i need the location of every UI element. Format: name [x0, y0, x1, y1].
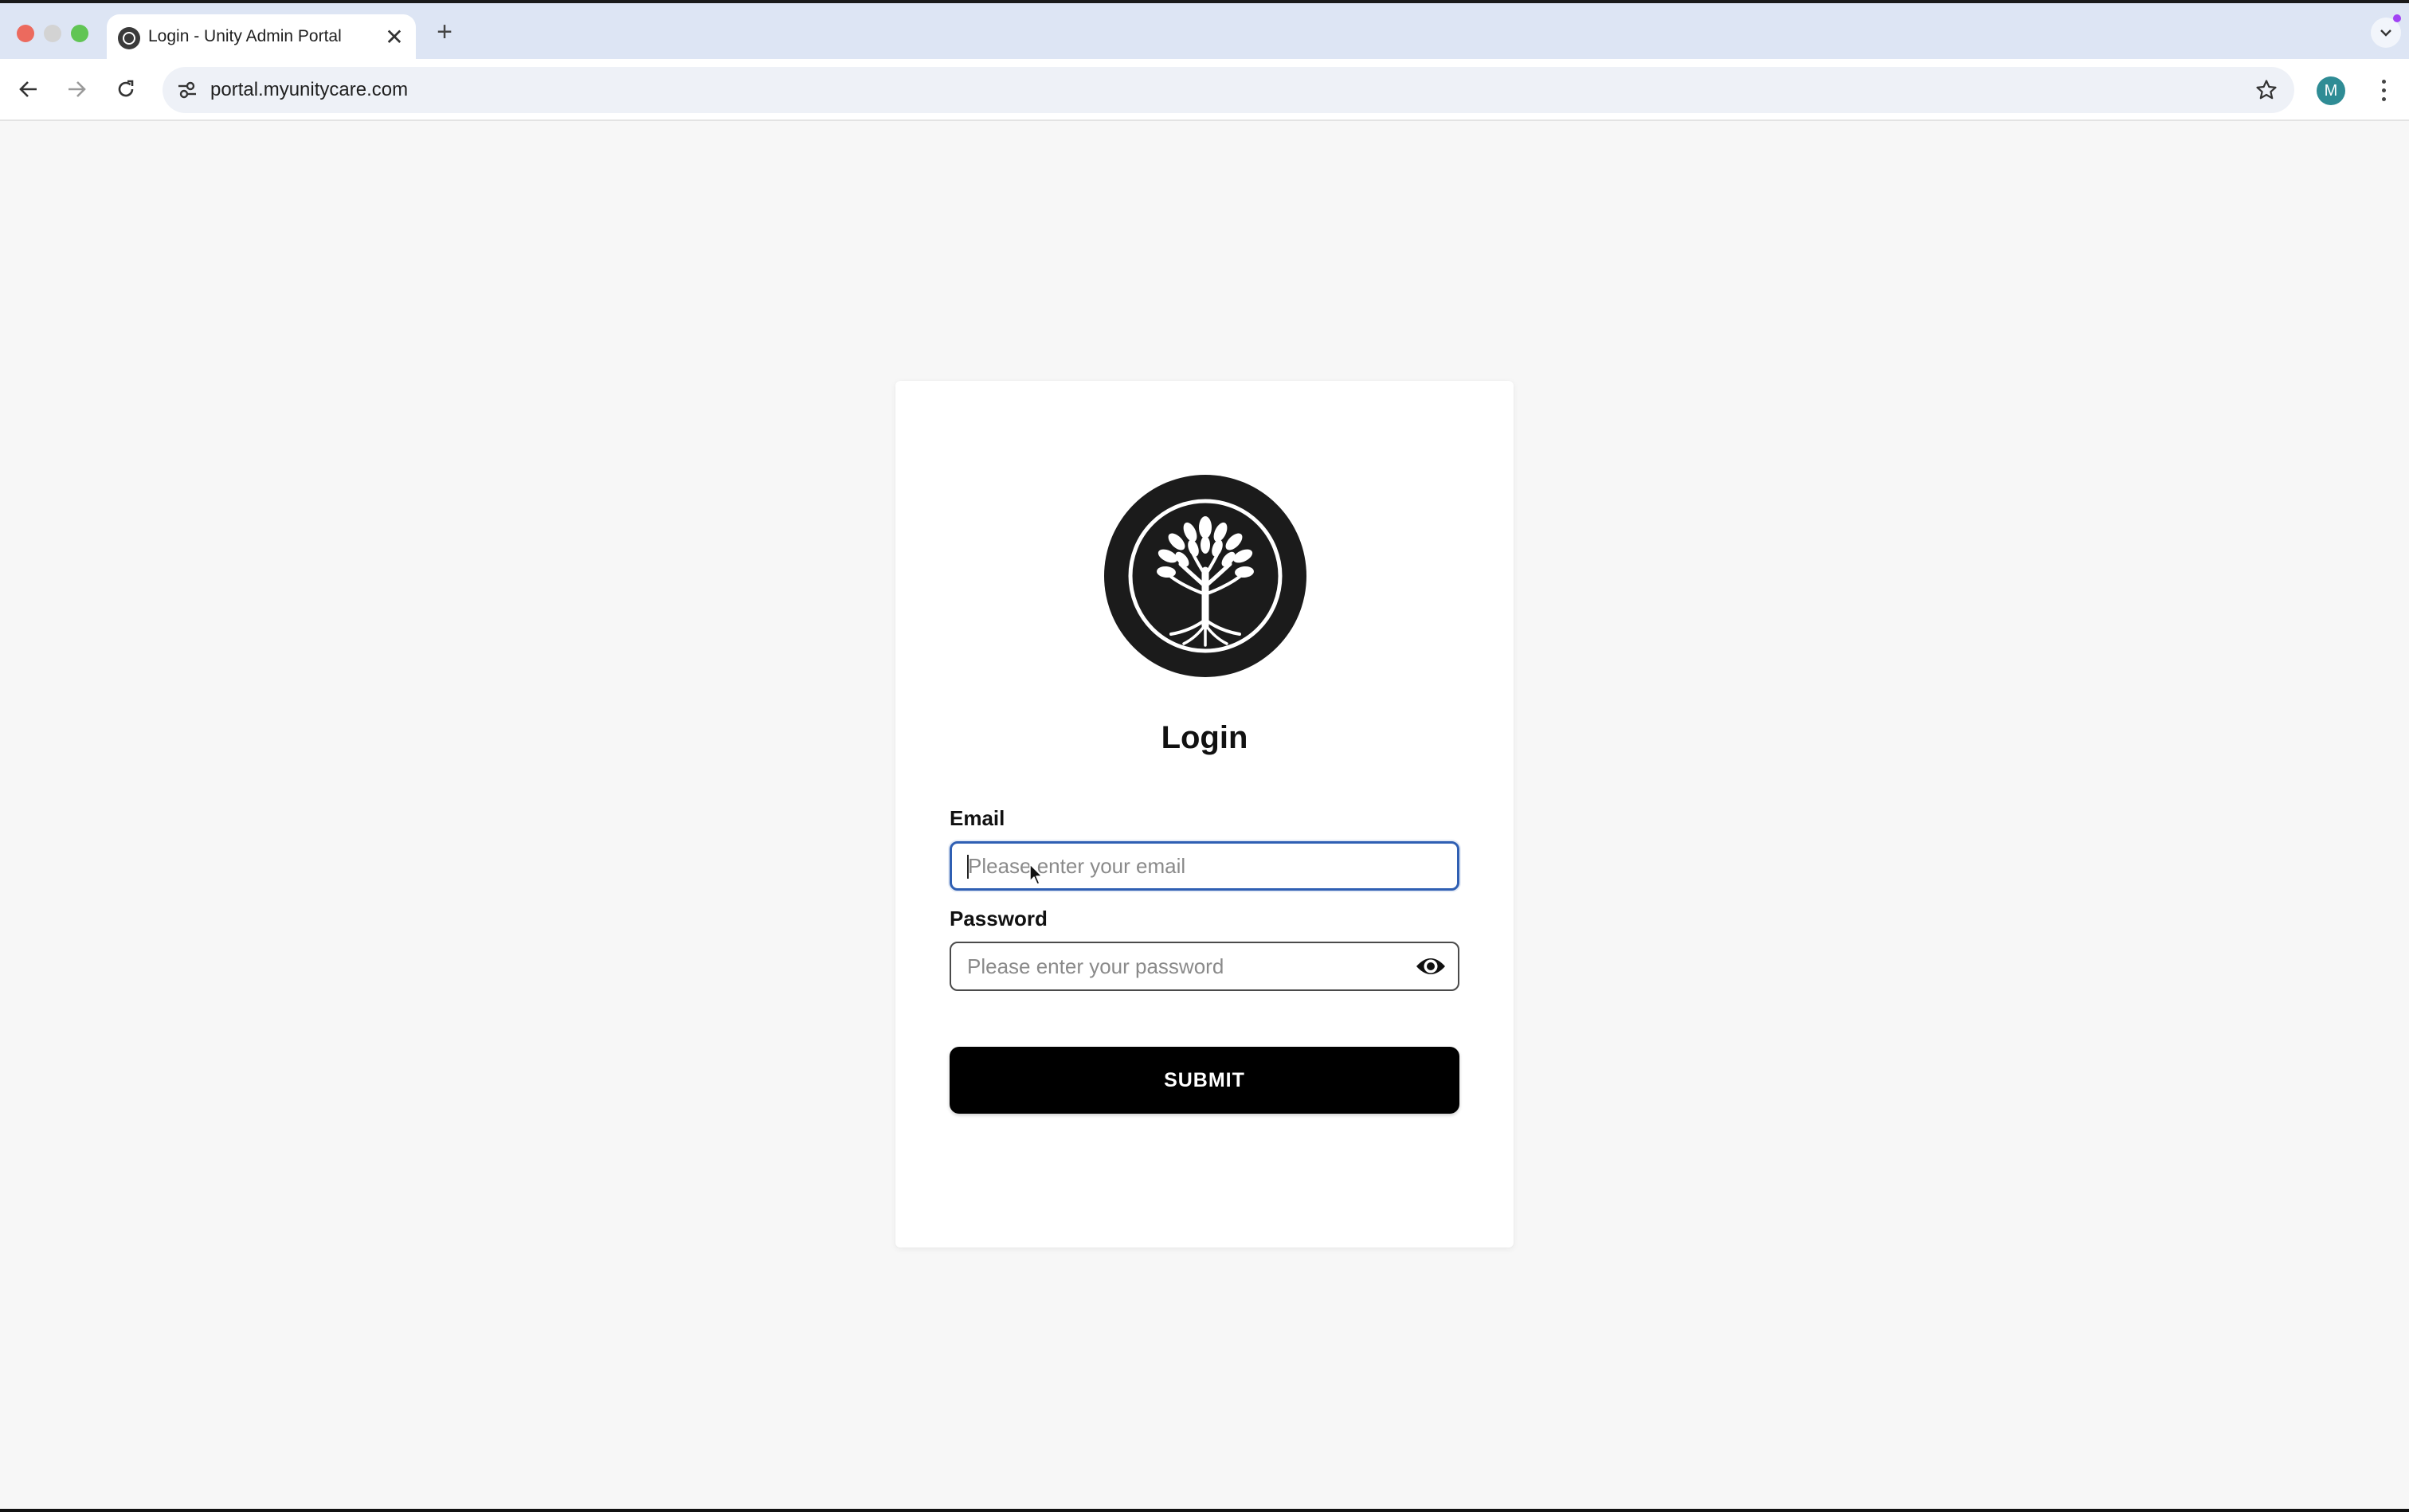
password-field-wrapper[interactable] [950, 942, 1459, 991]
eye-icon[interactable] [1415, 954, 1447, 979]
login-card: Login Email Password SUBMIT [895, 381, 1514, 1248]
browser-toolbar: portal.myunitycare.com M [0, 59, 2409, 121]
tab-search-chevron-down-icon[interactable] [2371, 14, 2401, 48]
tab-title: Login - Unity Admin Portal [148, 27, 342, 45]
close-window-button[interactable] [17, 25, 34, 42]
url-text: portal.myunitycare.com [210, 79, 409, 100]
submit-button[interactable]: SUBMIT [950, 1047, 1459, 1114]
browser-tab-active[interactable]: Login - Unity Admin Portal ✕ [107, 14, 416, 62]
forward-arrow-icon[interactable] [59, 72, 94, 107]
tree-of-life-logo [1104, 475, 1306, 677]
bottom-edge [0, 1509, 2409, 1512]
login-heading: Login [1161, 720, 1248, 755]
browser-window: Login - Unity Admin Portal ✕ + portal.my… [0, 0, 2409, 1509]
more-options-icon[interactable] [2368, 73, 2399, 108]
tab-strip: Login - Unity Admin Portal ✕ + [0, 0, 2409, 62]
maximize-window-button[interactable] [71, 25, 88, 42]
minimize-window-button[interactable] [44, 25, 61, 42]
tab-close-icon[interactable]: ✕ [382, 25, 406, 49]
reload-icon[interactable] [108, 72, 143, 107]
password-input[interactable] [967, 943, 1413, 989]
email-label: Email [950, 806, 1005, 830]
back-arrow-icon[interactable] [11, 72, 46, 107]
bookmark-star-icon[interactable] [2251, 75, 2282, 105]
new-tab-button[interactable]: + [430, 18, 459, 46]
profile-avatar[interactable]: M [2317, 76, 2345, 105]
email-field-wrapper[interactable] [950, 841, 1459, 891]
text-caret [967, 855, 969, 879]
site-settings-icon[interactable] [174, 76, 201, 104]
address-bar[interactable]: portal.myunitycare.com [163, 67, 2294, 113]
tree-favicon-icon [118, 27, 140, 49]
mouse-pointer-icon [1029, 864, 1043, 885]
password-label: Password [950, 907, 1048, 930]
